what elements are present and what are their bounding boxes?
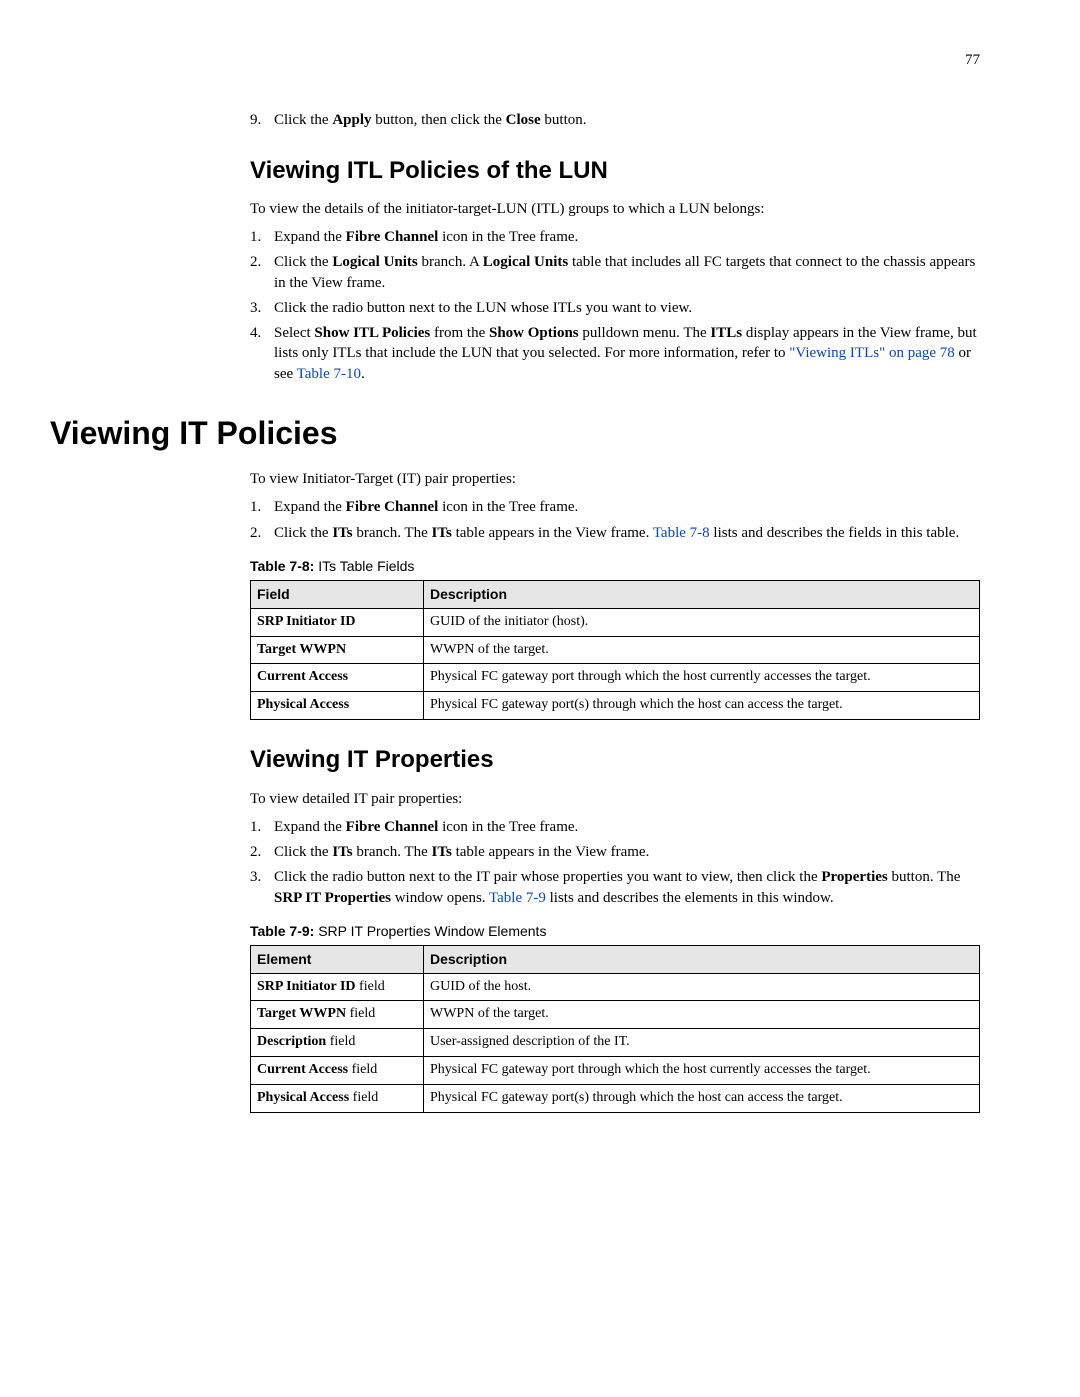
table-row: Current Access fieldPhysical FC gateway … xyxy=(251,1057,980,1085)
step-text: Click the Apply button, then click the C… xyxy=(274,110,980,130)
desc-cell: WWPN of the target. xyxy=(424,636,980,664)
col-description: Description xyxy=(424,945,980,973)
xref-viewing-itls[interactable]: "Viewing ITLs" on page 78 xyxy=(789,345,954,361)
table-row: Target WWPN fieldWWPN of the target. xyxy=(251,1001,980,1029)
table-row: SRP Initiator IDGUID of the initiator (h… xyxy=(251,608,980,636)
xref-table-7-8[interactable]: Table 7-8 xyxy=(653,525,710,541)
step-number: 2. xyxy=(250,523,274,543)
xref-table-7-9[interactable]: Table 7-9 xyxy=(489,890,546,906)
step-text: Select Show ITL Policies from the Show O… xyxy=(274,323,980,384)
desc-cell: Physical FC gateway port(s) through whic… xyxy=(424,1085,980,1113)
table-row: SRP Initiator ID fieldGUID of the host. xyxy=(251,973,980,1001)
section2-intro: To view Initiator-Target (IT) pair prope… xyxy=(250,469,980,489)
step-text: Expand the Fibre Channel icon in the Tre… xyxy=(274,227,980,247)
table-7-8-caption: Table 7-8: ITs Table Fields xyxy=(250,557,980,576)
desc-cell: Physical FC gateway port through which t… xyxy=(424,1057,980,1085)
list-item: 4. Select Show ITL Policies from the Sho… xyxy=(250,323,980,384)
field-cell: Physical Access xyxy=(251,692,424,720)
field-cell: Target WWPN xyxy=(251,636,424,664)
list-item: 1. Expand the Fibre Channel icon in the … xyxy=(250,497,980,517)
step-number: 1. xyxy=(250,497,274,517)
table-7-9: Element Description SRP Initiator ID fie… xyxy=(250,945,980,1113)
table-7-9-caption: Table 7-9: SRP IT Properties Window Elem… xyxy=(250,922,980,941)
col-element: Element xyxy=(251,945,424,973)
heading-viewing-itl-policies: Viewing ITL Policies of the LUN xyxy=(250,155,980,187)
page-number: 77 xyxy=(140,50,980,70)
step-text: Click the radio button next to the IT pa… xyxy=(274,867,980,908)
list-item: 1. Expand the Fibre Channel icon in the … xyxy=(250,817,980,837)
step-number: 1. xyxy=(250,817,274,837)
step-text: Expand the Fibre Channel icon in the Tre… xyxy=(274,817,980,837)
desc-cell: Physical FC gateway port through which t… xyxy=(424,664,980,692)
step-number: 2. xyxy=(250,252,274,293)
list-item: 2. Click the ITs branch. The ITs table a… xyxy=(250,842,980,862)
section1-steps: 1. Expand the Fibre Channel icon in the … xyxy=(250,227,980,384)
step-text: Click the radio button next to the LUN w… xyxy=(274,298,980,318)
element-cell: Physical Access field xyxy=(251,1085,424,1113)
field-cell: Current Access xyxy=(251,664,424,692)
element-cell: Current Access field xyxy=(251,1057,424,1085)
list-item: 3. Click the radio button next to the LU… xyxy=(250,298,980,318)
table-7-8: Field Description SRP Initiator IDGUID o… xyxy=(250,580,980,720)
element-cell: SRP Initiator ID field xyxy=(251,973,424,1001)
element-cell: Description field xyxy=(251,1029,424,1057)
col-field: Field xyxy=(251,580,424,608)
step-9: 9. Click the Apply button, then click th… xyxy=(250,110,980,130)
section3-intro: To view detailed IT pair properties: xyxy=(250,789,980,809)
step-number: 1. xyxy=(250,227,274,247)
section1-intro: To view the details of the initiator-tar… xyxy=(250,199,980,219)
list-item: 3. Click the radio button next to the IT… xyxy=(250,867,980,908)
step-text: Click the ITs branch. The ITs table appe… xyxy=(274,842,980,862)
step-text: Expand the Fibre Channel icon in the Tre… xyxy=(274,497,980,517)
col-description: Description xyxy=(424,580,980,608)
continued-steps: 9. Click the Apply button, then click th… xyxy=(250,110,980,130)
step-number: 9. xyxy=(250,110,274,130)
desc-cell: User-assigned description of the IT. xyxy=(424,1029,980,1057)
step-text: Click the Logical Units branch. A Logica… xyxy=(274,252,980,293)
table-row: Physical Access fieldPhysical FC gateway… xyxy=(251,1085,980,1113)
section3-steps: 1. Expand the Fibre Channel icon in the … xyxy=(250,817,980,908)
list-item: 2. Click the ITs branch. The ITs table a… xyxy=(250,523,980,543)
table-row: Physical AccessPhysical FC gateway port(… xyxy=(251,692,980,720)
step-text: Click the ITs branch. The ITs table appe… xyxy=(274,523,980,543)
desc-cell: WWPN of the target. xyxy=(424,1001,980,1029)
step-number: 3. xyxy=(250,867,274,908)
table-row: Description fieldUser-assigned descripti… xyxy=(251,1029,980,1057)
section2-steps: 1. Expand the Fibre Channel icon in the … xyxy=(250,497,980,543)
field-cell: SRP Initiator ID xyxy=(251,608,424,636)
table-row: Target WWPNWWPN of the target. xyxy=(251,636,980,664)
step-number: 3. xyxy=(250,298,274,318)
desc-cell: GUID of the host. xyxy=(424,973,980,1001)
desc-cell: Physical FC gateway port(s) through whic… xyxy=(424,692,980,720)
element-cell: Target WWPN field xyxy=(251,1001,424,1029)
list-item: 2. Click the Logical Units branch. A Log… xyxy=(250,252,980,293)
step-number: 2. xyxy=(250,842,274,862)
step-number: 4. xyxy=(250,323,274,384)
list-item: 1. Expand the Fibre Channel icon in the … xyxy=(250,227,980,247)
table-row: Current AccessPhysical FC gateway port t… xyxy=(251,664,980,692)
desc-cell: GUID of the initiator (host). xyxy=(424,608,980,636)
heading-viewing-it-policies: Viewing IT Policies xyxy=(50,412,980,455)
heading-viewing-it-properties: Viewing IT Properties xyxy=(250,744,980,776)
xref-table-7-10[interactable]: Table 7-10 xyxy=(297,366,361,382)
